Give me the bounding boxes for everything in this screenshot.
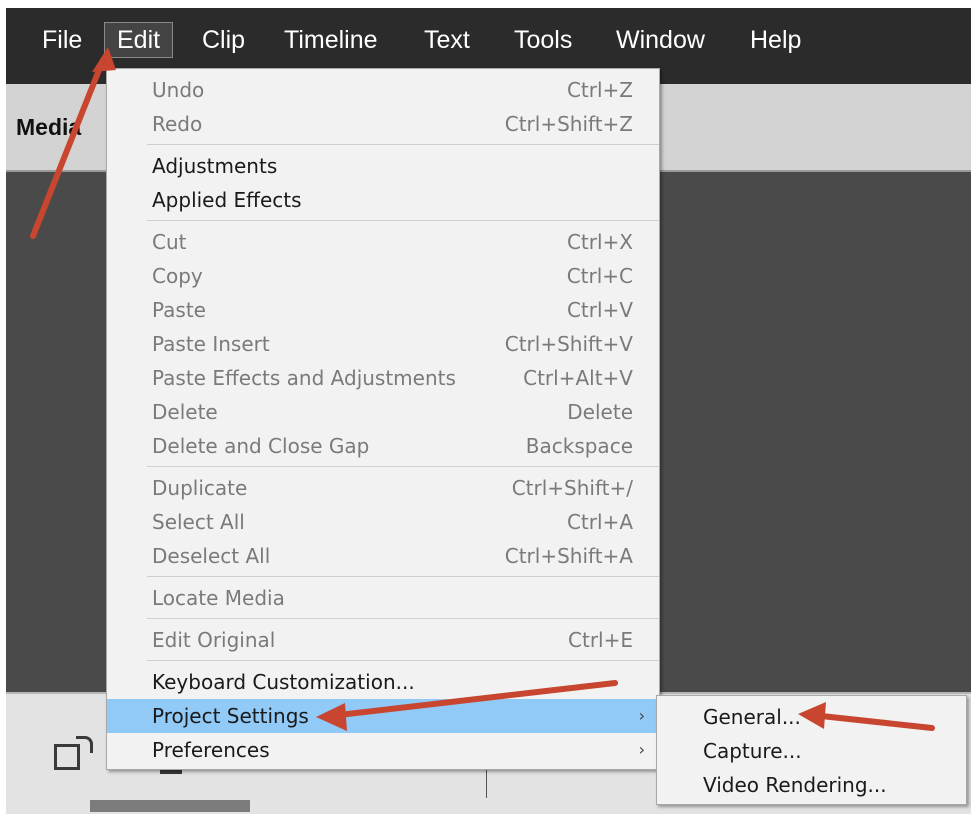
menu-item-label: Copy: [152, 264, 203, 288]
menu-timeline[interactable]: Timeline: [272, 22, 390, 58]
menu-item-shortcut: Ctrl+A: [566, 510, 633, 534]
menu-separator: [147, 144, 659, 145]
menu-item-shortcut: Ctrl+Shift+V: [504, 332, 633, 356]
menu-item-paste[interactable]: Paste Ctrl+V: [107, 293, 659, 327]
menu-item-edit-original[interactable]: Edit Original Ctrl+E: [107, 623, 659, 657]
menu-text[interactable]: Text: [412, 22, 482, 58]
menu-separator: [147, 660, 659, 661]
menu-item-shortcut: Ctrl+X: [566, 230, 633, 254]
menu-item-shortcut: Ctrl+E: [568, 628, 633, 652]
timeline-scroll-bar[interactable]: [90, 800, 250, 812]
menu-item-shortcut: Ctrl+Shift+/: [511, 476, 633, 500]
menu-item-label: Locate Media: [152, 586, 285, 610]
menu-item-shortcut: Ctrl+V: [566, 298, 633, 322]
menu-item-locate-media[interactable]: Locate Media: [107, 581, 659, 615]
menu-item-preferences[interactable]: Preferences ›: [107, 733, 659, 767]
menu-item-label: Select All: [152, 510, 245, 534]
menu-item-label: Delete: [152, 400, 218, 424]
menu-edit[interactable]: Edit: [104, 22, 174, 58]
submenu-item-general[interactable]: General...: [703, 701, 801, 733]
chevron-right-icon: ›: [638, 740, 645, 759]
menu-item-label: Keyboard Customization...: [152, 670, 415, 694]
chevron-right-icon: ›: [638, 706, 645, 725]
menu-window[interactable]: Window: [604, 22, 717, 58]
menu-item-label: Duplicate: [152, 476, 248, 500]
menu-item-shortcut: Ctrl+Shift+Z: [504, 112, 633, 136]
menu-item-shortcut: Backspace: [525, 434, 633, 458]
menu-item-label: Paste: [152, 298, 206, 322]
edit-menu: Undo Ctrl+Z Redo Ctrl+Shift+Z Adjustment…: [106, 68, 660, 770]
menu-item-duplicate[interactable]: Duplicate Ctrl+Shift+/: [107, 471, 659, 505]
menu-item-label: Redo: [152, 112, 203, 136]
menu-item-deselect-all[interactable]: Deselect All Ctrl+Shift+A: [107, 539, 659, 573]
menu-item-undo[interactable]: Undo Ctrl+Z: [107, 73, 659, 107]
menu-item-shortcut: Ctrl+Alt+V: [523, 366, 633, 390]
menu-item-select-all[interactable]: Select All Ctrl+A: [107, 505, 659, 539]
menu-item-label: Cut: [152, 230, 187, 254]
menu-separator: [147, 618, 659, 619]
toolbar-divider: [486, 768, 487, 798]
menu-item-paste-insert[interactable]: Paste Insert Ctrl+Shift+V: [107, 327, 659, 361]
project-settings-submenu: General... Capture... Video Rendering...: [656, 695, 967, 805]
menu-item-project-settings[interactable]: Project Settings ›: [107, 699, 659, 733]
menu-item-copy[interactable]: Copy Ctrl+C: [107, 259, 659, 293]
menu-item-label: Deselect All: [152, 544, 271, 568]
submenu-item-capture[interactable]: Capture...: [703, 735, 802, 767]
menu-item-keyboard-customization[interactable]: Keyboard Customization...: [107, 665, 659, 699]
menu-separator: [147, 466, 659, 467]
menu-item-label: Undo: [152, 78, 205, 102]
menu-item-label: Paste Insert: [152, 332, 270, 356]
menu-item-cut[interactable]: Cut Ctrl+X: [107, 225, 659, 259]
menu-item-shortcut: Ctrl+C: [566, 264, 633, 288]
menu-item-shortcut: Delete: [567, 400, 633, 424]
menu-item-paste-effects[interactable]: Paste Effects and Adjustments Ctrl+Alt+V: [107, 361, 659, 395]
panel-title: Media: [16, 114, 82, 140]
submenu-item-video-rendering[interactable]: Video Rendering...: [703, 769, 887, 801]
menu-item-redo[interactable]: Redo Ctrl+Shift+Z: [107, 107, 659, 141]
menu-item-delete-close-gap[interactable]: Delete and Close Gap Backspace: [107, 429, 659, 463]
menu-item-label: Adjustments: [152, 154, 278, 178]
menu-item-shortcut: Ctrl+Z: [566, 78, 633, 102]
menu-item-label: Applied Effects: [152, 188, 302, 212]
menu-item-label: Delete and Close Gap: [152, 434, 370, 458]
menu-file[interactable]: File: [30, 22, 94, 58]
menu-clip[interactable]: Clip: [190, 22, 257, 58]
menu-tools[interactable]: Tools: [502, 22, 584, 58]
rotate-arrow-icon: [76, 736, 93, 753]
menu-item-applied-effects[interactable]: Applied Effects: [107, 183, 659, 217]
menu-item-shortcut: Ctrl+Shift+A: [504, 544, 633, 568]
menu-item-label: Edit Original: [152, 628, 276, 652]
menu-item-label: Project Settings: [152, 704, 309, 728]
menu-separator: [147, 220, 659, 221]
menu-item-adjustments[interactable]: Adjustments: [107, 149, 659, 183]
menu-help[interactable]: Help: [738, 22, 813, 58]
menu-item-delete[interactable]: Delete Delete: [107, 395, 659, 429]
menu-separator: [147, 576, 659, 577]
menu-item-label: Paste Effects and Adjustments: [152, 366, 456, 390]
menu-item-label: Preferences: [152, 738, 270, 762]
